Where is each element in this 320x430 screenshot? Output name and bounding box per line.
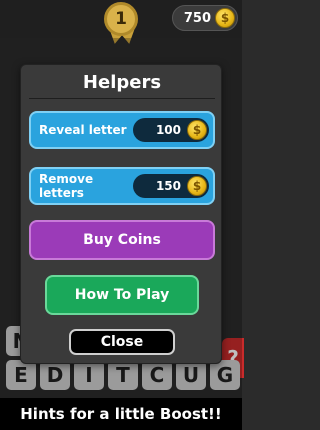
remove-letters-label: Remove letters (39, 172, 94, 200)
promo-banner: Hints for a little Boost!! (0, 398, 242, 430)
top-bar: 1 750 $ (0, 0, 242, 46)
level-number: 1 (115, 9, 127, 29)
dialog-title: Helpers (82, 72, 162, 93)
reveal-letter-label: Reveal letter (39, 123, 127, 137)
reveal-letter-price-value: 100 (155, 123, 181, 137)
how-to-play-button[interactable]: How To Play (45, 275, 199, 315)
remove-letters-price-value: 150 (155, 179, 181, 193)
coin-icon: $ (215, 8, 235, 28)
reveal-letter-price: 100 $ (133, 118, 209, 142)
coin-icon: $ (187, 176, 207, 196)
close-button[interactable]: Close (69, 329, 175, 355)
buy-coins-button[interactable]: Buy Coins (29, 220, 215, 260)
coin-icon: $ (187, 120, 207, 140)
remove-letters-button[interactable]: Remove letters 150 $ (29, 167, 215, 205)
coin-balance-value: 750 (183, 10, 211, 26)
title-divider (29, 98, 215, 99)
coin-balance[interactable]: 750 $ (172, 5, 238, 31)
remove-letters-price: 150 $ (133, 174, 209, 198)
reveal-letter-button[interactable]: Reveal letter 100 $ (29, 111, 215, 149)
level-badge: 1 (104, 2, 138, 36)
helpers-dialog: Helpers Reveal letter 100 $ Remove lette… (20, 64, 222, 364)
